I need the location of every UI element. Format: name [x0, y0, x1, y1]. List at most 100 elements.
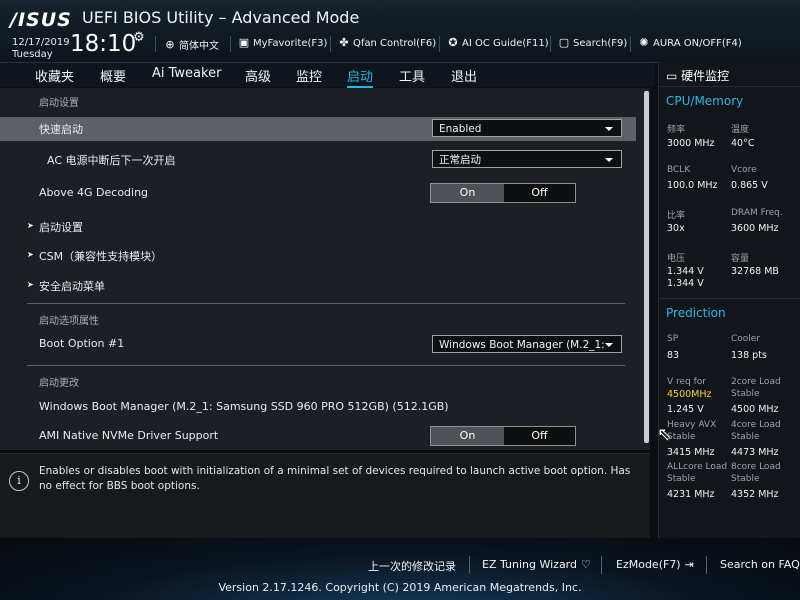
bulb-icon: ✪	[448, 36, 458, 49]
core4-label: 4core Load	[731, 420, 781, 430]
submenu-boot-config[interactable]: 启动设置	[39, 219, 83, 235]
dram-freq-label: DRAM Freq.	[731, 208, 783, 218]
vreq-value: 1.245 V	[667, 404, 704, 415]
section-boot-override: 启动更改	[39, 378, 79, 389]
above-4g-on[interactable]: On	[431, 184, 504, 202]
ami-nvme-on[interactable]: On	[431, 427, 504, 445]
search-label: Search(F9)	[573, 37, 628, 49]
ezmode-label: EzMode(F7)	[616, 558, 681, 571]
mouse-cursor-icon: ⇖	[657, 424, 673, 445]
gear-icon[interactable]: ⚙	[133, 30, 145, 45]
chevron-down-icon	[605, 127, 613, 131]
ratio-label: 比率	[667, 211, 686, 221]
above-4g-off[interactable]: Off	[504, 184, 575, 202]
version-text: Version 2.17.1246. Copyright (C) 2019 Am…	[218, 581, 582, 594]
ac-power-dropdown[interactable]: 正常启动	[432, 150, 622, 168]
language-button[interactable]: ⊕ 简体中文	[164, 37, 219, 52]
ai-oc-guide-button[interactable]: ✪ AI OC Guide(F11)	[447, 36, 548, 49]
ac-power-label[interactable]: AC 电源中断后下一次开启	[47, 152, 176, 168]
ezmode-button[interactable]: EzMode(F7) ⇥	[616, 558, 694, 571]
ami-nvme-off[interactable]: Off	[504, 427, 575, 445]
toolbar-divider	[230, 36, 231, 52]
boot-option-1-label[interactable]: Boot Option #1	[39, 337, 124, 350]
hardware-monitor-panel: ▭ 硬件监控 CPU/Memory 频率 温度 3000 MHz 40°C BC…	[658, 62, 800, 538]
boot-settings-panel: 启动设置 快速启动 Enabled AC 电源中断后下一次开启 正常启动 Abo…	[0, 88, 650, 450]
ez-tuning-label: EZ Tuning Wizard	[482, 558, 577, 571]
tab-ai-tweaker[interactable]: Ai Tweaker	[152, 66, 221, 81]
globe-icon: ⊕	[165, 37, 175, 51]
chevron-right-icon: ➤	[27, 250, 34, 259]
allcore-value: 4231 MHz	[667, 489, 715, 500]
section-divider	[27, 303, 625, 304]
ac-power-value: 正常启动	[439, 154, 481, 166]
myfavorite-button[interactable]: ▣ MyFavorite(F3)	[238, 37, 328, 49]
ratio-value: 30x	[667, 223, 685, 234]
bottom-bar: 上一次的修改记录 EZ Tuning Wizard ♡ EzMode(F7) ⇥…	[0, 538, 800, 600]
vcore-label: Vcore	[731, 165, 757, 175]
cpu-memory-heading: CPU/Memory	[666, 94, 744, 108]
tab-boot[interactable]: 启动	[347, 66, 374, 88]
monitor-title: ▭ 硬件监控	[666, 67, 729, 84]
search-button[interactable]: ▢ Search(F9)	[558, 37, 627, 49]
tab-main[interactable]: 概要	[100, 66, 126, 85]
tab-exit[interactable]: 退出	[451, 66, 477, 85]
prediction-heading: Prediction	[666, 306, 726, 320]
tab-advanced[interactable]: 高级	[245, 66, 271, 85]
qfan-button[interactable]: ✤ Qfan Control(F6)	[338, 37, 436, 49]
help-text: Enables or disables boot with initializa…	[39, 465, 631, 492]
core2-label: 2core Load	[731, 377, 781, 387]
allcore-stable: Stable	[667, 474, 696, 484]
bclk-value: 100.0 MHz	[667, 180, 718, 191]
asus-logo: /ISUS	[10, 9, 72, 31]
last-modified-button[interactable]: 上一次的修改记录	[368, 558, 456, 574]
tab-monitor[interactable]: 监控	[296, 66, 322, 85]
boot-option-1-dropdown[interactable]: Windows Boot Manager (M.2_1:	[432, 335, 622, 353]
aura-icon: ✺	[639, 36, 649, 49]
boot-override-item[interactable]: Windows Boot Manager (M.2_1: Samsung SSD…	[39, 400, 449, 413]
footer-divider	[706, 556, 707, 574]
date-display: 12/17/2019 Tuesday	[12, 37, 70, 61]
bclk-label: BCLK	[667, 165, 691, 175]
ez-tuning-wizard-button[interactable]: EZ Tuning Wizard ♡	[482, 558, 591, 571]
submenu-csm[interactable]: CSM（兼容性支持模块）	[39, 248, 162, 264]
fast-boot-label[interactable]: 快速启动	[39, 121, 83, 137]
cooler-label: Cooler	[731, 334, 761, 344]
footer-divider	[601, 556, 602, 574]
above-4g-toggle[interactable]: On Off	[430, 183, 576, 203]
vreq-frequency: 4500MHz	[667, 389, 712, 400]
clock-time[interactable]: 18:10	[70, 31, 136, 57]
core4-value: 4473 MHz	[731, 447, 779, 458]
toolbar-divider	[550, 36, 551, 52]
aura-button[interactable]: ✺ AURA ON/OFF(F4)	[638, 36, 742, 49]
tab-favorites[interactable]: 收藏夹	[35, 66, 74, 85]
core2-stable: Stable	[731, 389, 760, 399]
vreq-label: V req for	[667, 377, 707, 387]
tab-tool[interactable]: 工具	[399, 66, 425, 85]
chevron-down-icon	[605, 343, 613, 347]
monitor-title-text: 硬件监控	[681, 69, 730, 83]
fast-boot-dropdown[interactable]: Enabled	[432, 119, 622, 137]
cpu-temp-value: 40°C	[731, 138, 755, 149]
toolbar-divider	[155, 36, 156, 52]
search-faq-button[interactable]: Search on FAQ	[720, 558, 800, 571]
cpu-temp-label: 温度	[731, 125, 750, 135]
section-boot-priority: 启动选项属性	[39, 316, 99, 327]
toolbar-divider	[630, 36, 631, 52]
aura-label: AURA ON/OFF(F4)	[653, 37, 742, 49]
dram-freq-value: 3600 MHz	[731, 223, 779, 234]
myfavorite-label: MyFavorite(F3)	[253, 37, 328, 49]
boot-option-1-value: Windows Boot Manager (M.2_1:	[439, 339, 605, 351]
qfan-label: Qfan Control(F6)	[353, 37, 437, 49]
monitor-divider	[659, 86, 800, 87]
above-4g-label[interactable]: Above 4G Decoding	[39, 186, 148, 199]
allcore-label: ALLcore Load	[667, 462, 728, 472]
voltage-label: 电压	[667, 254, 686, 264]
info-icon: i	[9, 471, 29, 491]
search-faq-label: Search on FAQ	[720, 558, 800, 571]
submenu-secure-boot[interactable]: 安全启动菜单	[39, 278, 105, 294]
ami-nvme-toggle[interactable]: On Off	[430, 426, 576, 446]
ami-nvme-label[interactable]: AMI Native NVMe Driver Support	[39, 429, 218, 442]
scrollbar-thumb[interactable]	[644, 91, 649, 443]
core8-label: 8core Load	[731, 462, 781, 472]
last-modified-label: 上一次的修改记录	[368, 560, 456, 573]
